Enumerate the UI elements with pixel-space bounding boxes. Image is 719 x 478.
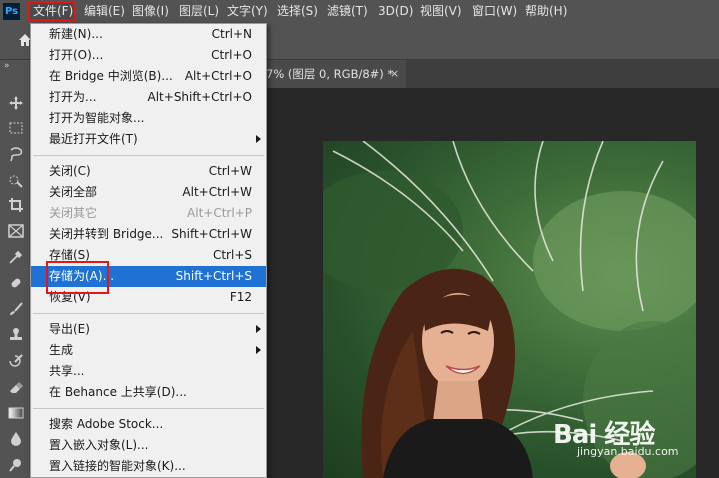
file-menu-item[interactable]: 关闭(C) Ctrl+W [31,161,266,182]
healing-brush-tool-icon[interactable] [8,275,24,291]
menu-select[interactable]: 选择(S) [277,0,318,23]
file-menu-item-shortcut: Alt+Ctrl+W [182,185,252,199]
brush-tool-icon[interactable] [8,301,24,317]
file-menu-item-label: 置入嵌入对象(L)... [49,438,149,452]
file-menu-item-label: 新建(N)... [49,27,103,41]
file-menu-dropdown: 新建(N)... Ctrl+N 打开(O)... Ctrl+O 在 Bridge 中浏览… [30,23,267,478]
file-menu-item-label: 打开为智能对象... [49,111,145,125]
file-menu-item-shortcut: Alt+Ctrl+P [187,206,252,220]
file-menu-item[interactable]: 新建(N)... Ctrl+N [31,24,266,45]
menu-type[interactable]: 文字(Y) [227,0,268,23]
menu-image[interactable]: 图像(I) [132,0,169,23]
gradient-tool-icon[interactable] [8,405,24,421]
dodge-tool-icon[interactable] [8,457,24,473]
menu-3d[interactable]: 3D(D) [378,0,413,23]
file-menu-item-shortcut: Ctrl+N [211,27,252,41]
menu-view[interactable]: 视图(V) [420,0,462,23]
file-menu-item-label: 置入链接的智能对象(K)... [49,459,186,473]
file-menu-item-shortcut: Ctrl+S [212,248,252,262]
file-menu-item-label: 在 Behance 上共享(D)... [49,385,187,399]
eyedropper-tool-icon[interactable] [8,249,24,265]
file-menu-item[interactable]: 置入链接的智能对象(K)... [31,456,266,477]
menu-help[interactable]: 帮助(H) [525,0,567,23]
file-menu-item[interactable]: 置入嵌入对象(L)... [31,435,266,456]
menu-separator [33,155,264,156]
quick-select-tool-icon[interactable] [8,172,24,188]
file-menu-item[interactable]: 打开(O)... Ctrl+O [31,45,266,66]
annotation-highlight-save-as [46,261,109,294]
file-menu-item[interactable]: 生成 [31,340,266,361]
file-menu-item-label: 最近打开文件(T) [49,132,138,146]
crop-tool-icon[interactable] [8,197,24,213]
file-menu-item[interactable]: 关闭并转到 Bridge... Shift+Ctrl+W [31,224,266,245]
file-menu-item-shortcut: Alt+Ctrl+O [184,69,252,83]
menu-separator [33,408,264,409]
file-menu-item[interactable]: 最近打开文件(T) [31,129,266,150]
submenu-arrow-icon [256,135,261,143]
file-menu-item[interactable]: 关闭全部 Alt+Ctrl+W [31,182,266,203]
clone-stamp-tool-icon[interactable] [8,327,24,343]
file-menu-item-label: 打开为... [49,90,97,104]
menu-layer[interactable]: 图层(L) [179,0,219,23]
file-menu-item-shortcut: Ctrl+O [211,48,252,62]
menubar: Ps 文件(F) 编辑(E) 图像(I) 图层(L) 文字(Y) 选择(S) 滤镜(T) 3D… [0,0,719,23]
eraser-tool-icon[interactable] [8,379,24,395]
menu-edit[interactable]: 编辑(E) [84,0,125,23]
file-menu-item-label: 关闭(C) [49,164,91,178]
menu-window[interactable]: 窗口(W) [472,0,517,23]
file-menu-item-shortcut: F12 [229,290,252,304]
document-tab-title: 7% (图层 0, RGB/8#) * [266,67,394,81]
collapse-panel-icon[interactable]: » [4,61,10,71]
close-tab-icon[interactable]: × [390,60,399,88]
file-menu-item-label: 关闭并转到 Bridge... [49,227,164,241]
marquee-tool-icon[interactable] [8,120,24,136]
file-menu-item[interactable]: 打开为... Alt+Shift+Ctrl+O [31,87,266,108]
file-menu-item[interactable]: 在 Bridge 中浏览(B)... Alt+Ctrl+O [31,66,266,87]
file-menu-item-label: 打开(O)... [49,48,104,62]
submenu-arrow-icon [256,346,261,354]
file-menu-item-label: 关闭全部 [49,185,98,199]
file-menu-item-label: 在 Bridge 中浏览(B)... [49,69,173,83]
history-brush-tool-icon[interactable] [8,353,24,369]
file-menu-item[interactable]: 打开为智能对象... [31,108,266,129]
file-menu-item[interactable]: 共享... [31,361,266,382]
file-menu-item-label: 关闭其它 [49,206,98,220]
file-menu-item-shortcut: Shift+Ctrl+S [175,269,252,283]
file-menu-item-label: 共享... [49,364,85,378]
move-tool-icon[interactable] [8,95,24,111]
file-menu-item-shortcut: Ctrl+W [208,164,252,178]
lasso-tool-icon[interactable] [8,146,24,162]
file-menu-item[interactable]: 搜索 Adobe Stock... [31,414,266,435]
file-menu-item-label: 搜索 Adobe Stock... [49,417,164,431]
file-menu-item-label: 生成 [49,343,74,357]
file-menu-item: 关闭其它 Alt+Ctrl+P [31,203,266,224]
submenu-arrow-icon [256,325,261,333]
menu-filter[interactable]: 滤镜(T) [327,0,368,23]
file-menu-item[interactable]: 在 Behance 上共享(D)... [31,382,266,403]
frame-tool-icon[interactable] [8,223,24,239]
blur-tool-icon[interactable] [8,431,24,447]
file-menu-item-shortcut: Alt+Shift+Ctrl+O [147,90,252,104]
watermark-url: jingyan.baidu.com [577,445,679,458]
file-menu-item-label: 导出(E) [49,322,90,336]
file-menu-item[interactable]: 导出(E) [31,319,266,340]
document-tab[interactable]: 7% (图层 0, RGB/8#) * [266,60,406,88]
menu-separator [33,313,264,314]
menu-file[interactable]: 文件(F) [33,0,73,23]
photoshop-logo: Ps [3,3,20,20]
file-menu-item-shortcut: Shift+Ctrl+W [171,227,252,241]
